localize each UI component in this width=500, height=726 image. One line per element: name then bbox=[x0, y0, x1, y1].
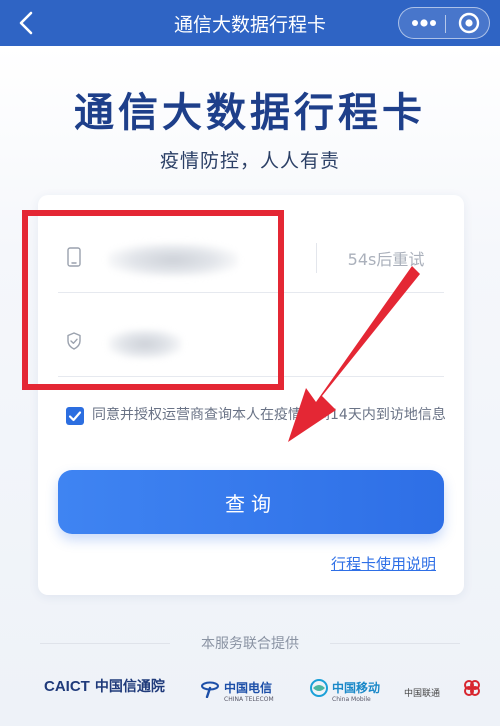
query-button[interactable]: 查询 bbox=[58, 470, 444, 534]
more-dots-icon bbox=[412, 19, 436, 27]
top-navigation-bar: 通信大数据行程卡 bbox=[0, 0, 500, 46]
capsule-divider bbox=[445, 15, 446, 33]
provider-line-right bbox=[330, 643, 460, 644]
mobile-wave-icon bbox=[310, 679, 328, 697]
mini-program-capsule bbox=[398, 7, 490, 39]
consent-checkbox[interactable] bbox=[66, 407, 84, 425]
help-link[interactable]: 行程卡使用说明 bbox=[331, 553, 436, 574]
caict-logo-cn: 中国信通院 bbox=[94, 679, 165, 695]
close-button[interactable] bbox=[451, 10, 487, 36]
more-button[interactable] bbox=[405, 10, 443, 36]
china-unicom-logo: 中国联通 bbox=[404, 676, 494, 706]
caict-logo: CAICT 中国信通院 bbox=[44, 676, 170, 706]
china-mobile-logo: 中国移动 China Mobile bbox=[310, 676, 396, 706]
target-circle-icon bbox=[458, 12, 480, 34]
partner-logos: CAICT 中国信通院 中国电信 CHINA TELECOM 中国移动 Chin… bbox=[0, 676, 500, 706]
telecom-logo-en: CHINA TELECOM bbox=[224, 696, 274, 703]
unicom-knot-icon bbox=[464, 680, 480, 696]
red-highlight-frame bbox=[22, 210, 284, 390]
page-subtitle: 疫情防控，人人有责 bbox=[159, 150, 340, 172]
telecom-swirl-icon bbox=[201, 681, 219, 698]
red-arrow-annotation bbox=[288, 266, 420, 442]
caict-logo-en: CAICT bbox=[44, 678, 90, 695]
mobile-logo-en: China Mobile bbox=[332, 696, 371, 703]
checkbox-checked-icon bbox=[68, 411, 82, 422]
page-title: 通信大数据行程卡 bbox=[74, 90, 426, 136]
telecom-logo-cn: 中国电信 bbox=[224, 681, 273, 695]
mobile-logo-cn: 中国移动 bbox=[332, 681, 381, 695]
unicom-logo-cn: 中国联通 bbox=[404, 689, 441, 699]
china-telecom-logo: 中国电信 CHINA TELECOM bbox=[200, 676, 290, 706]
